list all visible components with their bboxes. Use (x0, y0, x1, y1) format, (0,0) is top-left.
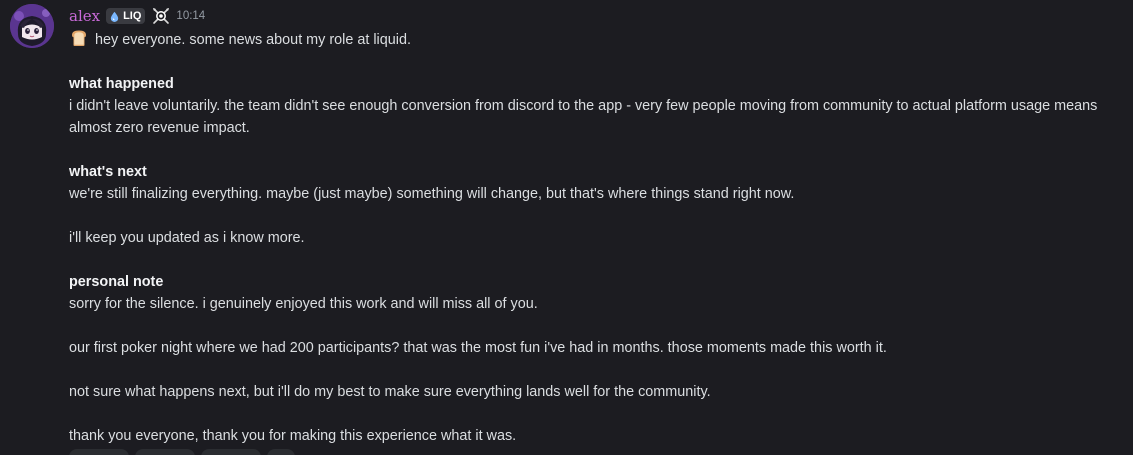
reaction-button[interactable] (69, 449, 129, 455)
bread-emoji-icon (72, 30, 86, 46)
section-heading-what-happened: what happened (69, 76, 174, 92)
reactions-bar (69, 449, 295, 455)
personal-note-line-4: thank you everyone, thank you for making… (69, 428, 517, 444)
section-heading-personal-note: personal note (69, 274, 164, 290)
section-heading-whats-next: what's next (69, 164, 147, 180)
section-body-whats-next: we're still finalizing everything. maybe… (69, 186, 795, 202)
message-header: alex LIQ 10:14 (69, 5, 205, 27)
anime-avatar-icon (10, 4, 54, 48)
personal-note-line-2: our first poker night where we had 200 p… (69, 340, 887, 356)
personal-note-line-3: not sure what happens next, but i'll do … (69, 384, 711, 400)
intro-line: hey everyone. some news about my role at… (69, 28, 1129, 51)
crossed-swords-badge-icon[interactable] (151, 6, 171, 26)
chat-message: alex LIQ 10:14 hey everyone. some news a… (0, 0, 1133, 455)
add-reaction-button[interactable] (267, 449, 295, 455)
username[interactable]: alex (69, 7, 100, 25)
intro-text: hey everyone. some news about my role at… (95, 32, 411, 48)
timestamp: 10:14 (176, 10, 206, 22)
reaction-button[interactable] (135, 449, 195, 455)
section-body-what-happened: i didn't leave voluntarily. the team did… (69, 98, 1098, 136)
personal-note-line-1: sorry for the silence. i genuinely enjoy… (69, 296, 538, 312)
reaction-button[interactable] (201, 449, 261, 455)
liquid-drop-icon (110, 11, 119, 22)
section-followup-whats-next: i'll keep you updated as i know more. (69, 230, 305, 246)
guild-tag[interactable]: LIQ (106, 8, 146, 24)
avatar[interactable] (10, 4, 54, 48)
guild-tag-label: LIQ (123, 10, 142, 22)
message-content: hey everyone. some news about my role at… (69, 28, 1129, 447)
